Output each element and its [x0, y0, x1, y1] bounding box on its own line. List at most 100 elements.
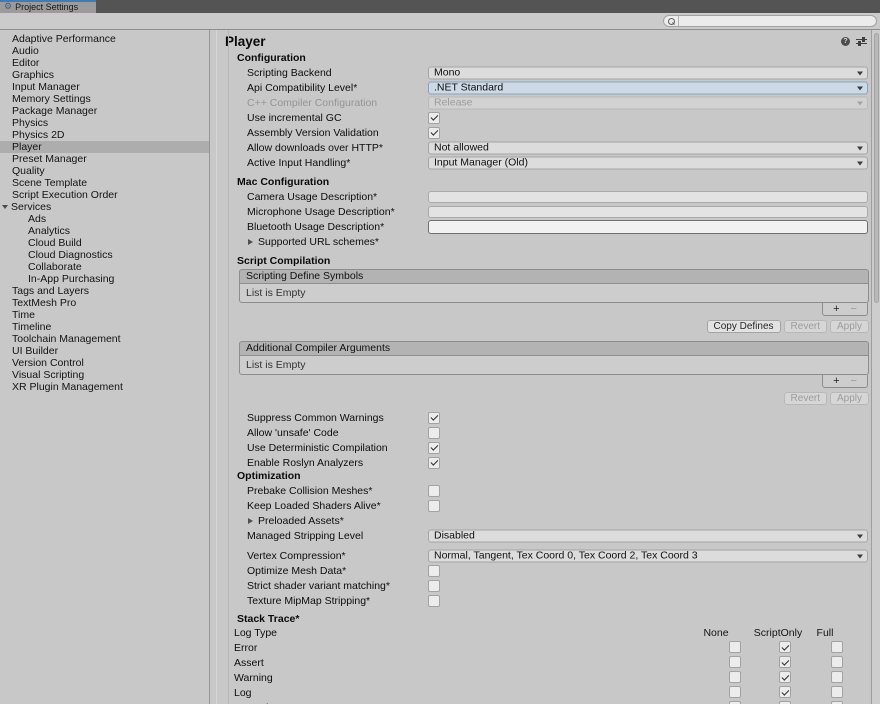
sidebar-item-tags-and-layers[interactable]: Tags and Layers — [0, 285, 209, 297]
row-microphone-usage-description: Microphone Usage Description* — [211, 204, 871, 219]
sidebar-item-input-manager[interactable]: Input Manager — [0, 81, 209, 93]
dropdown-active-input-handling[interactable]: Input Manager (Old) — [428, 156, 868, 169]
sidebar-item-physics[interactable]: Physics — [0, 117, 209, 129]
checkbox-suppress-common-warnings[interactable] — [428, 412, 440, 424]
sidebar-item-memory-settings[interactable]: Memory Settings — [0, 93, 209, 105]
stacktrace-warning-scriptonly-checkbox[interactable] — [779, 671, 791, 683]
stacktrace-error-scriptonly-checkbox[interactable] — [779, 641, 791, 653]
tab-project-settings[interactable]: ⚙ Project Settings — [0, 0, 96, 13]
row-scripting-backend: Scripting BackendMono — [211, 65, 871, 80]
sidebar-item-timeline[interactable]: Timeline — [0, 321, 209, 333]
stacktrace-warning-full-checkbox[interactable] — [831, 671, 843, 683]
tab-bar: ⚙ Project Settings — [0, 0, 880, 13]
sidebar-item-analytics[interactable]: Analytics — [0, 225, 209, 237]
sidebar-item-label: Tags and Layers — [12, 285, 89, 297]
stacktrace-log-full-checkbox[interactable] — [831, 686, 843, 698]
dropdown-api-compatibility-level[interactable]: .NET Standard — [428, 81, 868, 94]
sidebar-item-services[interactable]: Services — [0, 201, 209, 213]
row-label: Managed Stripping Level — [247, 530, 363, 542]
sidebar-item-editor[interactable]: Editor — [0, 57, 209, 69]
help-icon[interactable]: ? — [841, 37, 850, 46]
sidebar-item-label: Collaborate — [28, 261, 82, 273]
sidebar-item-label: Input Manager — [12, 81, 80, 93]
stacktrace-error-none-checkbox[interactable] — [729, 641, 741, 653]
stack-trace-row-label: Warning — [234, 672, 273, 684]
checkbox-enable-roslyn-analyzers[interactable] — [428, 457, 440, 469]
sidebar-item-preset-manager[interactable]: Preset Manager — [0, 153, 209, 165]
foldout-label[interactable]: Preloaded Assets* — [258, 515, 344, 527]
foldout-open-icon[interactable] — [2, 205, 8, 209]
sidebar-item-textmesh-pro[interactable]: TextMesh Pro — [0, 297, 209, 309]
field-microphone-usage-description[interactable] — [428, 206, 868, 218]
checkbox-prebake-collision-meshes[interactable] — [428, 485, 440, 497]
sidebar-item-player[interactable]: Player — [0, 141, 209, 153]
foldout-label[interactable]: Supported URL schemes* — [258, 236, 379, 248]
checkbox-keep-loaded-shaders-alive[interactable] — [428, 500, 440, 512]
checkbox-use-deterministic-compilation[interactable] — [428, 442, 440, 454]
dropdown-c-compiler-configuration: Release — [428, 96, 868, 109]
stacktrace-assert-scriptonly-checkbox[interactable] — [779, 656, 791, 668]
sidebar-item-scene-template[interactable]: Scene Template — [0, 177, 209, 189]
sidebar-item-physics-2d[interactable]: Physics 2D — [0, 129, 209, 141]
dropdown-allow-downloads-over-http[interactable]: Not allowed — [428, 141, 868, 154]
foldout-arrow-icon[interactable] — [248, 239, 253, 245]
sidebar-item-ads[interactable]: Ads — [0, 213, 209, 225]
checkbox-optimize-mesh-data[interactable] — [428, 565, 440, 577]
sidebar-item-label: Cloud Diagnostics — [28, 249, 113, 261]
checkbox-allow-unsafe-code[interactable] — [428, 427, 440, 439]
row-value — [428, 595, 868, 607]
checkbox-texture-mipmap-stripping[interactable] — [428, 595, 440, 607]
add-button[interactable]: + — [833, 376, 839, 386]
row-value — [428, 191, 868, 203]
sidebar-item-quality[interactable]: Quality — [0, 165, 209, 177]
stacktrace-error-full-checkbox[interactable] — [831, 641, 843, 653]
toolbar — [0, 13, 880, 30]
sidebar-item-script-execution-order[interactable]: Script Execution Order — [0, 189, 209, 201]
dropdown-managed-stripping-level[interactable]: Disabled — [428, 529, 868, 542]
checkbox-strict-shader-variant-matching[interactable] — [428, 580, 440, 592]
vertical-scrollbar[interactable] — [871, 30, 880, 704]
presets-icon[interactable] — [856, 37, 867, 46]
sidebar-item-adaptive-performance[interactable]: Adaptive Performance — [0, 33, 209, 45]
copy-defines-button[interactable]: Copy Defines — [707, 320, 781, 333]
sidebar-item-package-manager[interactable]: Package Manager — [0, 105, 209, 117]
sidebar-item-xr-plugin-management[interactable]: XR Plugin Management — [0, 381, 209, 393]
sidebar-item-label: Analytics — [28, 225, 70, 237]
stacktrace-assert-full-checkbox[interactable] — [831, 656, 843, 668]
sidebar-item-graphics[interactable]: Graphics — [0, 69, 209, 81]
sidebar-item-visual-scripting[interactable]: Visual Scripting — [0, 369, 209, 381]
main-panel: Player ? ConfigurationScripting BackendM… — [211, 30, 871, 704]
stacktrace-log-scriptonly-checkbox[interactable] — [779, 686, 791, 698]
sidebar-item-time[interactable]: Time — [0, 309, 209, 321]
search-input[interactable] — [679, 16, 876, 26]
checkbox-assembly-version-validation[interactable] — [428, 127, 440, 139]
row-value: Release — [428, 96, 868, 109]
field-bluetooth-usage-description[interactable] — [428, 220, 868, 234]
sidebar-item-toolchain-management[interactable]: Toolchain Management — [0, 333, 209, 345]
row-camera-usage-description: Camera Usage Description* — [211, 189, 871, 204]
search-box[interactable] — [663, 15, 877, 27]
scrollbar-thumb[interactable] — [874, 33, 879, 303]
row-label: Enable Roslyn Analyzers — [247, 457, 363, 469]
sidebar-item-audio[interactable]: Audio — [0, 45, 209, 57]
stacktrace-log-none-checkbox[interactable] — [729, 686, 741, 698]
row-label: Use Deterministic Compilation — [247, 442, 388, 454]
foldout-arrow-icon[interactable] — [248, 518, 253, 524]
sidebar-item-version-control[interactable]: Version Control — [0, 357, 209, 369]
sidebar-item-ui-builder[interactable]: UI Builder — [0, 345, 209, 357]
row-value: Not allowed — [428, 141, 868, 154]
sidebar-item-label: XR Plugin Management — [12, 381, 123, 393]
stacktrace-assert-none-checkbox[interactable] — [729, 656, 741, 668]
sidebar-item-cloud-build[interactable]: Cloud Build — [0, 237, 209, 249]
checkbox-use-incremental-gc[interactable] — [428, 112, 440, 124]
sidebar-item-label: Player — [12, 141, 42, 153]
sidebar-item-cloud-diagnostics[interactable]: Cloud Diagnostics — [0, 249, 209, 261]
dropdown-scripting-backend[interactable]: Mono — [428, 66, 868, 79]
sidebar-item-in-app-purchasing[interactable]: In-App Purchasing — [0, 273, 209, 285]
field-camera-usage-description[interactable] — [428, 191, 868, 203]
sidebar-item-collaborate[interactable]: Collaborate — [0, 261, 209, 273]
dropdown-vertex-compression[interactable]: Normal, Tangent, Tex Coord 0, Tex Coord … — [428, 549, 868, 562]
stacktrace-warning-none-checkbox[interactable] — [729, 671, 741, 683]
row-label: Use incremental GC — [247, 112, 342, 124]
add-button[interactable]: + — [833, 304, 839, 314]
